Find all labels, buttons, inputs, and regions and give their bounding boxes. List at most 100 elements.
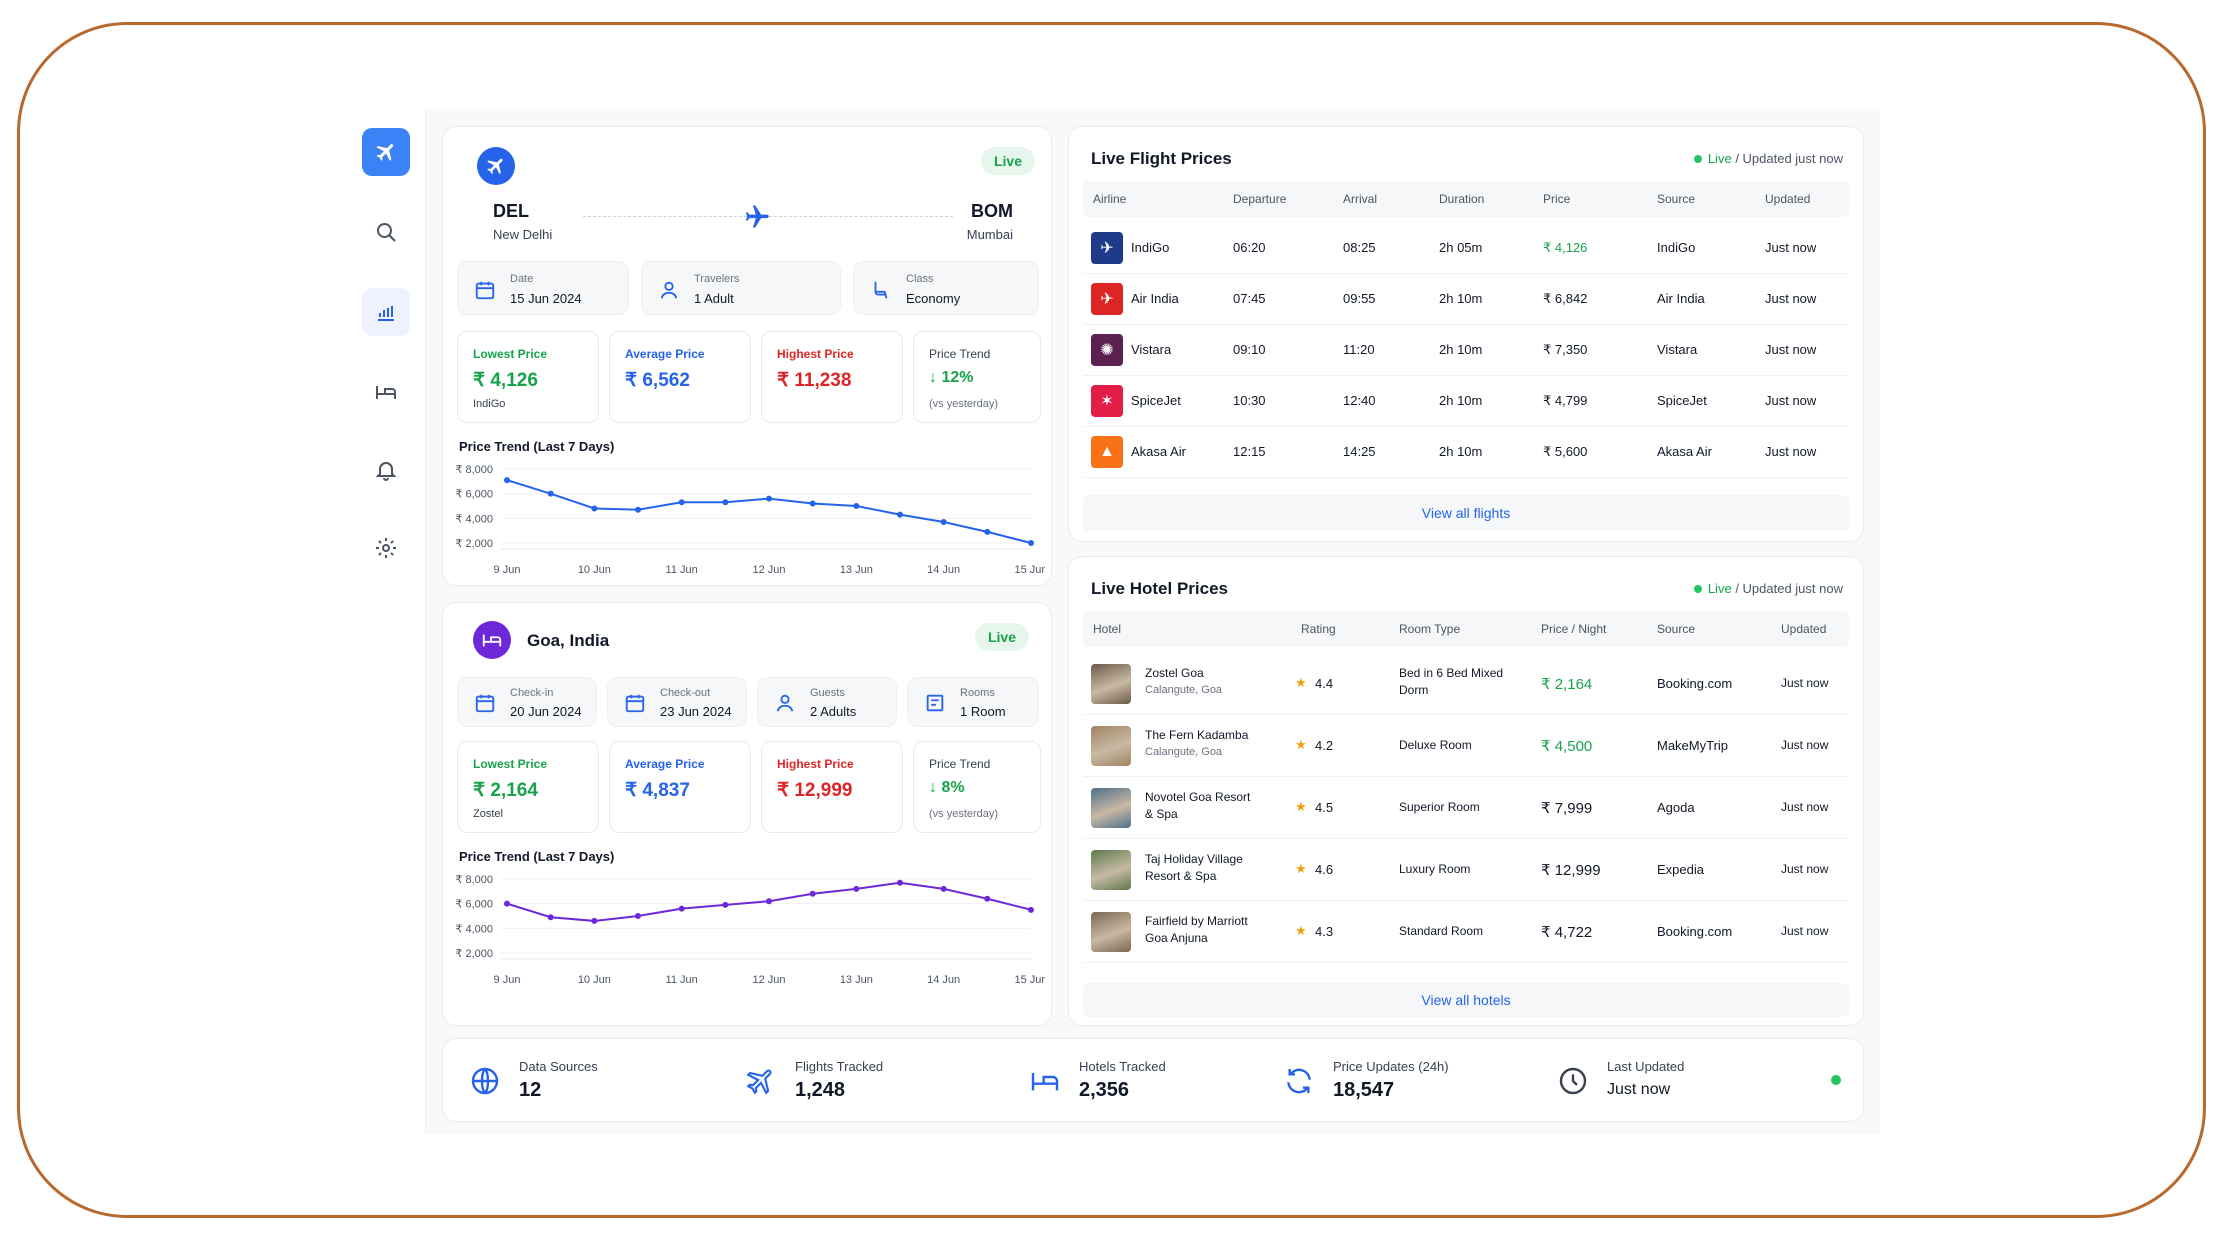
hotels-title: Live Hotel Prices — [1091, 579, 1229, 598]
hotel-average-price-label: Average Price — [625, 757, 705, 771]
hotel-price-trend-chart: ₹ 8,000 ₹ 6,000 ₹ 4,000 ₹ 2,000 9 Jun 10 Jun 1… — [455, 874, 1045, 986]
data-point — [1028, 906, 1034, 913]
cell-room-type: Standard Room — [1399, 924, 1484, 938]
cell-price: ₹ 7,350 — [1543, 342, 1588, 357]
table-row[interactable]: ✈ IndiGo 06:20 08:25 2h 05m ₹ 4,126 IndiGo Just… — [1083, 223, 1849, 274]
data-point — [547, 914, 554, 921]
average-price-label: Average Price — [625, 347, 705, 361]
destination-code: BOM — [971, 201, 1013, 221]
cell-price: ₹ 4,722 — [1541, 924, 1593, 941]
table-row[interactable]: Novotel Goa Resort & Spa ★ 4.5 Superior Room… — [1083, 777, 1849, 839]
hotel-average-price-stat: Average Price ₹ 4,837 — [609, 741, 751, 833]
rooms-field[interactable]: Rooms 1 Room — [907, 677, 1039, 727]
cell-price: ₹ 6,842 — [1543, 291, 1588, 306]
checkout-field[interactable]: Check-out 23 Jun 2024 — [607, 677, 747, 727]
nav-flights-icon[interactable] — [362, 128, 410, 176]
hotel-name: Zostel Goa — [1145, 666, 1204, 680]
cell-duration: 2h 10m — [1439, 291, 1483, 306]
data-point — [678, 499, 685, 506]
cell-departure: 07:45 — [1233, 291, 1266, 306]
live-badge: Live — [980, 147, 1035, 175]
cell-rating: 4.4 — [1315, 676, 1334, 691]
table-row[interactable]: ✺ Vistara 09:10 11:20 2h 10m ₹ 7,350 Vistara Ju… — [1083, 325, 1849, 376]
th-duration: Duration — [1439, 192, 1485, 206]
guests-value: 2 Adults — [810, 704, 857, 719]
table-row[interactable]: ▲ Akasa Air 12:15 14:25 2h 10m ₹ 5,600 Akasa A… — [1083, 427, 1849, 478]
bell-icon[interactable] — [362, 446, 410, 494]
settings-gear-icon[interactable] — [362, 524, 410, 572]
cell-updated: Just now — [1765, 291, 1817, 306]
th-arrival: Arrival — [1343, 192, 1378, 206]
hotel-location: Calangute, Goa — [1145, 746, 1223, 758]
x-tick-label: 15 Jun — [1014, 564, 1045, 576]
search-icon[interactable] — [362, 208, 410, 256]
hotel-lowest-price-name: Zostel — [473, 808, 503, 820]
table-row[interactable]: Fairfield by Marriott Goa Anjuna ★ 4.3 Stand… — [1083, 901, 1849, 963]
table-row[interactable]: The Fern Kadamba Calangute, Goa ★ 4.2 Deluxe… — [1083, 715, 1849, 777]
lowest-price-stat: Lowest Price ₹ 4,126 IndiGo — [457, 331, 599, 423]
cell-updated: Just now — [1781, 676, 1829, 690]
data-point — [635, 913, 641, 919]
table-row[interactable]: ✶ SpiceJet 10:30 12:40 2h 10m ₹ 4,799 SpiceJet… — [1083, 376, 1849, 427]
star-icon: ★ — [1295, 675, 1307, 690]
cell-rating: 4.6 — [1315, 862, 1334, 877]
globe-icon — [471, 1067, 499, 1095]
hotel-chart-title: Price Trend (Last 7 Days) — [459, 849, 615, 864]
cell-source: Akasa Air — [1657, 444, 1712, 459]
cell-arrival: 12:40 — [1343, 393, 1376, 408]
data-point — [984, 895, 991, 902]
table-row[interactable]: Taj Holiday Village Resort & Spa ★ 4.6 Luxur… — [1083, 839, 1849, 901]
th-source: Source — [1657, 192, 1696, 206]
cell-updated: Just now — [1781, 862, 1829, 876]
cell-airline: Vistara — [1131, 342, 1172, 357]
cell-arrival: 09:55 — [1343, 291, 1376, 306]
flights-live-label: Live — [1707, 151, 1732, 166]
calendar-icon — [475, 281, 495, 300]
average-price-stat: Average Price ₹ 6,562 — [609, 331, 751, 423]
price-trend-sub: (vs yesterday) — [929, 398, 999, 410]
th-price-night: Price / Night — [1541, 622, 1607, 636]
data-point — [591, 505, 598, 512]
data-point — [1028, 540, 1034, 546]
travelers-field[interactable]: Travelers 1 Adult — [641, 261, 841, 315]
price-updates-value: 18,547 — [1333, 1079, 1395, 1101]
average-price-value: ₹ 6,562 — [625, 370, 690, 391]
checkin-field[interactable]: Check-in 20 Jun 2024 — [457, 677, 597, 727]
x-tick-label: 9 Jun — [494, 564, 521, 576]
cell-source: Booking.com — [1657, 924, 1733, 939]
data-point — [809, 890, 816, 897]
table-row[interactable]: ✈ Air India 07:45 09:55 2h 10m ₹ 6,842 Air Ind… — [1083, 274, 1849, 325]
live-dot-icon — [1693, 584, 1702, 593]
date-field[interactable]: Date 15 Jun 2024 — [457, 261, 629, 315]
hotel-thumbnail — [1091, 850, 1131, 890]
origin-city: New Delhi — [493, 227, 553, 242]
hotel-thumbnail — [1091, 664, 1131, 704]
checkout-label: Check-out — [660, 687, 711, 699]
class-field[interactable]: Class Economy — [853, 261, 1039, 315]
view-all-flights-link[interactable]: View all flights — [1083, 495, 1849, 531]
cell-arrival: 08:25 — [1343, 240, 1376, 255]
hotels-table-header: Hotel Rating Room Type Price / Night Sou… — [1083, 611, 1849, 647]
x-tick-label: 14 Jun — [927, 974, 960, 986]
th-updated: Updated — [1781, 622, 1827, 636]
sidebar — [344, 108, 426, 1134]
cell-price: ₹ 5,600 — [1543, 444, 1588, 459]
hotel-price-trend-value: ↓ 8% — [929, 779, 965, 796]
guests-field[interactable]: Guests 2 Adults — [757, 677, 897, 727]
analytics-icon[interactable] — [362, 288, 410, 336]
data-sources-value: 12 — [519, 1079, 542, 1101]
hotel-bed-icon[interactable] — [362, 368, 410, 416]
view-all-hotels-link[interactable]: View all hotels — [1083, 983, 1849, 1017]
flight-price-trend-chart: ₹ 8,000 ₹ 6,000 ₹ 4,000 ₹ 2,000 9 Jun 10 Jun 1… — [455, 464, 1045, 576]
hotel-name: The Fern Kadamba — [1145, 728, 1249, 742]
cell-arrival: 11:20 — [1343, 342, 1375, 357]
th-rating: Rating — [1301, 622, 1336, 636]
data-point — [766, 898, 772, 905]
cell-duration: 2h 10m — [1439, 342, 1483, 357]
data-point — [984, 528, 991, 535]
table-row[interactable]: Zostel Goa Calangute, Goa ★ 4.4 Bed in 6 Bed… — [1083, 653, 1849, 715]
hotel-location: Goa, India — [527, 631, 610, 650]
hotels-tracked-value: 2,356 — [1079, 1079, 1130, 1101]
th-source: Source — [1657, 622, 1696, 636]
cell-source: Air India — [1657, 291, 1705, 306]
